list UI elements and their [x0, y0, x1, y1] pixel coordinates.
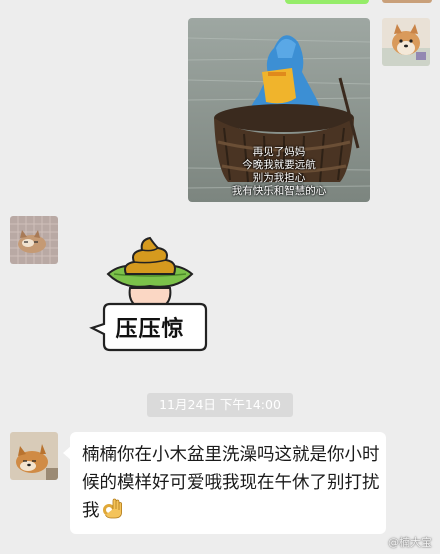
shiba-avatar-icon — [382, 18, 430, 66]
sticker-message[interactable]: 压压惊 — [84, 230, 214, 360]
cat-avatar-icon — [10, 216, 58, 264]
previous-avatar[interactable] — [382, 0, 432, 3]
user-avatar[interactable] — [382, 18, 430, 66]
photo-caption-3: 别为我担心 — [252, 172, 306, 184]
message-text: 楠楠你在小木盆里洗澡吗这就是你小时候的模样好可爱哦我现在午休了别打扰我 — [82, 445, 380, 521]
sticker-caption: 压压惊 — [115, 316, 185, 342]
sent-photo[interactable]: 再见了妈妈 今晚我就要远航 别为我担心 我有快乐和智慧的心 — [188, 18, 370, 202]
contact-avatar-2[interactable] — [10, 432, 58, 480]
bubble-tail — [63, 446, 71, 460]
message-body: 楠楠你在小木盆里洗澡吗这就是你小时候的模样好可爱哦我现在午休了别打扰我 — [82, 441, 380, 525]
watermark: @楠大宝 — [388, 536, 432, 549]
photo-caption-2: 今晚我就要远航 — [242, 159, 316, 171]
photo-caption-4: 我有快乐和智慧的心 — [231, 185, 327, 197]
previous-sent-bubble[interactable] — [285, 0, 369, 4]
received-text-bubble[interactable]: 楠楠你在小木盆里洗澡吗这就是你小时候的模样好可爱哦我现在午休了别打扰我 — [63, 432, 386, 534]
photo-caption-1: 再见了妈妈 — [252, 146, 306, 158]
ok-hand-icon — [101, 498, 123, 520]
sleeping-shiba-avatar-icon — [10, 432, 58, 480]
contact-avatar[interactable] — [10, 216, 58, 264]
message-timestamp: 11月24日 下午14:00 — [147, 393, 293, 417]
